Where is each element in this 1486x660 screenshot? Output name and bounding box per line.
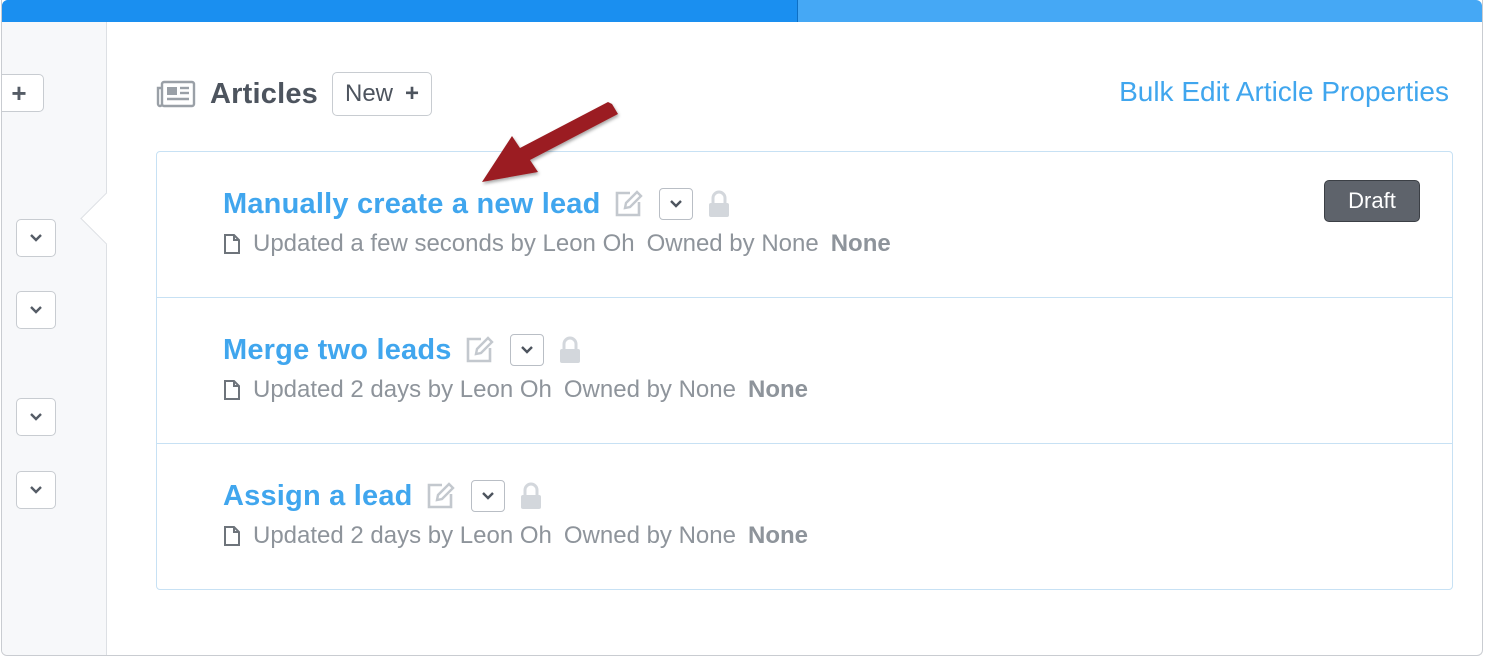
sidebar-add-button[interactable]: + <box>2 74 44 112</box>
chevron-down-icon <box>669 200 682 208</box>
article-status: None <box>747 376 808 403</box>
articles-header: Articles New + <box>156 70 433 118</box>
article-meta: Updated 2 days by Leon Oh Owned by None … <box>223 522 808 550</box>
article-row: Merge two leads Updated 2 days by Leon O… <box>157 297 1452 442</box>
chevron-down-icon <box>30 306 42 314</box>
app-window: + Articles New + Bulk Edit Article Prope… <box>1 0 1483 656</box>
page-title: Articles <box>210 77 318 110</box>
new-button-label: New <box>345 80 394 107</box>
article-list: Manually create a new lead Updated a few… <box>156 151 1453 590</box>
article-owner: Owned by None <box>646 230 819 257</box>
document-icon <box>224 380 240 400</box>
article-meta: Updated a few seconds by Leon Oh Owned b… <box>223 230 891 258</box>
progress-bar <box>2 0 1482 22</box>
sidebar-dropdown-button[interactable] <box>16 471 56 509</box>
article-updated: Updated 2 days by Leon Oh <box>253 376 552 403</box>
article-options-dropdown[interactable] <box>509 334 544 366</box>
article-title-link[interactable]: Manually create a new lead <box>223 188 601 221</box>
draft-badge: Draft <box>1324 180 1420 222</box>
edit-icon[interactable] <box>464 335 494 365</box>
article-options-dropdown[interactable] <box>470 480 505 512</box>
article-title-link[interactable]: Merge two leads <box>223 334 452 367</box>
edit-icon[interactable] <box>425 481 455 511</box>
article-updated: Updated a few seconds by Leon Oh <box>253 230 635 257</box>
article-row: Manually create a new lead Updated a few… <box>157 152 1452 297</box>
lock-icon[interactable] <box>707 190 731 218</box>
article-meta: Updated 2 days by Leon Oh Owned by None … <box>223 376 808 404</box>
newspaper-icon <box>156 80 196 108</box>
article-status: None <box>830 230 891 257</box>
document-icon <box>224 234 240 254</box>
sidebar-dropdown-button[interactable] <box>16 291 56 329</box>
sidebar-dropdown-button[interactable] <box>16 219 56 257</box>
lock-icon[interactable] <box>519 482 543 510</box>
plus-icon: + <box>405 80 420 107</box>
edit-icon[interactable] <box>613 189 643 219</box>
article-owner: Owned by None <box>563 522 736 549</box>
document-icon <box>224 526 240 546</box>
chevron-down-icon <box>30 486 42 494</box>
article-row: Assign a lead Updated 2 days by Leon Oh … <box>157 443 1452 588</box>
lock-icon[interactable] <box>558 336 582 364</box>
article-options-dropdown[interactable] <box>658 188 693 220</box>
chevron-down-icon <box>30 413 42 421</box>
new-article-button[interactable]: New + <box>332 72 433 116</box>
chevron-down-icon <box>520 346 533 354</box>
article-updated: Updated 2 days by Leon Oh <box>253 522 552 549</box>
article-status: None <box>747 522 808 549</box>
plus-icon: + <box>11 77 27 108</box>
article-owner: Owned by None <box>563 376 736 403</box>
bulk-edit-link[interactable]: Bulk Edit Article Properties <box>1119 76 1449 108</box>
progress-bar-fill <box>2 0 798 22</box>
chevron-down-icon <box>481 492 494 500</box>
chevron-down-icon <box>30 234 42 242</box>
sidebar: + <box>2 22 107 655</box>
sidebar-dropdown-button[interactable] <box>16 398 56 436</box>
article-title-link[interactable]: Assign a lead <box>223 480 413 513</box>
